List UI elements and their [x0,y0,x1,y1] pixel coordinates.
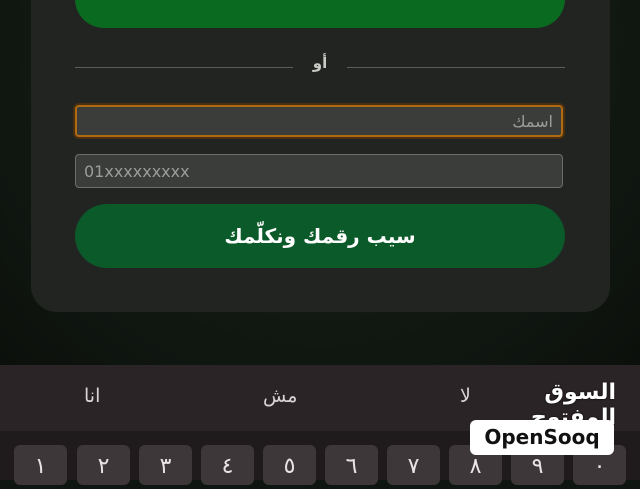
save-number-button[interactable]: سيب رقمك ونكلّمك [75,204,565,268]
name-input[interactable] [75,105,563,137]
key-2[interactable]: ٢ [77,445,130,485]
suggestion-1[interactable]: انا [84,385,100,407]
key-6[interactable]: ٦ [325,445,378,485]
divider-or-label: أو [312,54,328,72]
key-1[interactable]: ١ [14,445,67,485]
top-action-button[interactable]: … [75,0,565,28]
key-5[interactable]: ٥ [263,445,316,485]
opensooq-watermark: السوق المفتوح OpenSooq [470,380,616,458]
suggestion-2[interactable]: مش [263,385,297,407]
phone-input[interactable] [75,154,563,188]
divider-line-left [75,67,293,68]
top-button-label: … [311,0,329,5]
watermark-latin-text: OpenSooq [470,420,614,455]
key-4[interactable]: ٤ [201,445,254,485]
key-3[interactable]: ٣ [139,445,192,485]
key-7[interactable]: ٧ [387,445,440,485]
divider-line-right [347,67,565,68]
